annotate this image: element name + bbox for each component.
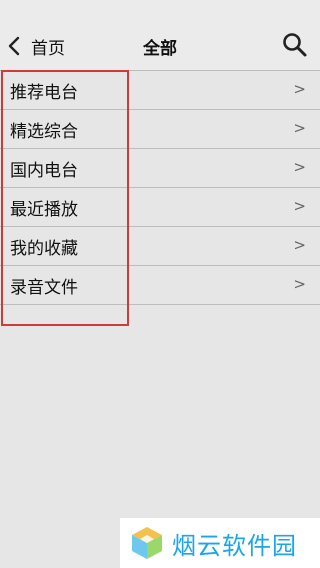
chevron-right-icon: > (293, 236, 306, 254)
list-item-label: 精选综合 (10, 121, 78, 142)
chevron-right-icon: > (293, 197, 306, 215)
list-item-label: 我的收藏 (10, 238, 78, 259)
category-list: 推荐电台 > 精选综合 > 国内电台 > 最近播放 > 我的收藏 > 录音文件 … (0, 71, 320, 305)
page-title: 全部 (143, 39, 177, 59)
list-item-domestic-stations[interactable]: 国内电台 > (0, 149, 320, 188)
watermark-text: 烟云软件园 (172, 531, 297, 560)
cube-logo-icon (132, 527, 162, 559)
list-item-featured[interactable]: 精选综合 > (0, 110, 320, 149)
list-item-label: 国内电台 (10, 160, 78, 181)
list-item-label: 推荐电台 (10, 82, 78, 103)
list-item-recently-played[interactable]: 最近播放 > (0, 188, 320, 227)
navigation-bar: 首页 全部 (0, 0, 320, 70)
list-item-my-favorites[interactable]: 我的收藏 > (0, 227, 320, 266)
watermark: 烟云软件园 (120, 518, 320, 568)
search-icon (283, 33, 307, 57)
chevron-right-icon: > (293, 80, 306, 98)
list-item-recordings[interactable]: 录音文件 > (0, 266, 320, 305)
chevron-right-icon: > (293, 275, 306, 293)
list-item-recommended-stations[interactable]: 推荐电台 > (0, 71, 320, 110)
list-item-label: 最近播放 (10, 199, 78, 220)
search-button[interactable] (282, 32, 308, 58)
chevron-right-icon: > (293, 158, 306, 176)
list-item-label: 录音文件 (10, 277, 78, 298)
chevron-right-icon: > (293, 119, 306, 137)
